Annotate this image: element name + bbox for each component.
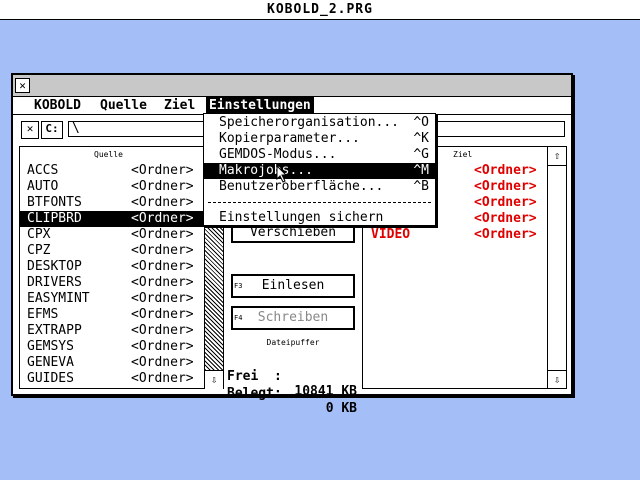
item-name: AUTO <box>27 179 59 194</box>
item-type: <Ordner> <box>131 339 194 354</box>
menu-item-gemdos-modus[interactable]: GEMDOS-Modus... ^G <box>204 147 435 163</box>
item-type: <Ordner> <box>131 179 194 194</box>
item-name: CLIPBRD <box>27 211 82 226</box>
item-name: EASYMINT <box>27 291 90 306</box>
close-path-icon[interactable]: ✕ <box>21 121 39 139</box>
list-item[interactable]: DESKTOP <Ordner> <box>20 259 204 275</box>
menu-item-benutzeroberflaeche[interactable]: Benutzeroberfläche... ^B <box>204 179 435 195</box>
f4-label: F4 <box>234 314 243 322</box>
item-name: DESKTOP <box>27 259 82 274</box>
item-type: <Ordner> <box>131 291 194 306</box>
item-type: <Ordner> <box>131 323 194 338</box>
item-name: GEMSYS <box>27 339 74 354</box>
list-item[interactable]: GEMSYS <Ordner> <box>20 339 204 355</box>
arrow-up-icon[interactable]: ⇧ <box>548 147 566 166</box>
item-type: <Ordner> <box>474 179 537 194</box>
item-type: <Ordner> <box>131 355 194 370</box>
close-box-icon[interactable]: ✕ <box>15 78 30 93</box>
dest-pane-title: Ziel <box>453 150 473 159</box>
item-type: <Ordner> <box>131 275 194 290</box>
list-item[interactable]: EFMS <Ordner> <box>20 307 204 323</box>
list-item[interactable]: VIDEO <Ordner> <box>363 227 547 243</box>
used-value: 0 KB <box>325 401 357 416</box>
screen-title: KOBOLD_2.PRG <box>0 0 640 20</box>
write-button[interactable]: F4 Schreiben <box>231 306 355 330</box>
item-name: ACCS <box>27 163 59 178</box>
list-item[interactable]: GENEVA <Ordner> <box>20 355 204 371</box>
item-name: DRIVERS <box>27 275 82 290</box>
item-type: <Ordner> <box>474 227 537 242</box>
item-type: <Ordner> <box>131 371 194 386</box>
drive-button[interactable]: C: <box>41 121 63 139</box>
menu-item-speicherorganisation[interactable]: Speicherorganisation... ^O <box>204 115 435 131</box>
item-type: <Ordner> <box>131 195 194 210</box>
f3-label: F3 <box>234 282 243 290</box>
used-row: Belegt: 0 KB <box>227 371 357 416</box>
read-button[interactable]: F3 Einlesen <box>231 274 355 298</box>
window-titlebar[interactable]: ✕ <box>13 75 571 97</box>
read-button-label: Einlesen <box>261 278 325 293</box>
item-type: <Ordner> <box>131 211 194 226</box>
menu-separator <box>208 202 431 203</box>
item-type: <Ordner> <box>131 243 194 258</box>
menu-item-einstellungen-sichern[interactable]: Einstellungen sichern <box>204 210 435 226</box>
item-type: <Ordner> <box>474 195 537 210</box>
list-item[interactable]: DRIVERS <Ordner> <box>20 275 204 291</box>
menu-item-makrojobs[interactable]: Makrojobs... ^M <box>204 163 435 179</box>
list-item[interactable]: GUIDES <Ordner> <box>20 371 204 387</box>
item-type: <Ordner> <box>131 259 194 274</box>
menu-ziel[interactable]: Ziel <box>161 97 198 115</box>
item-name: EFMS <box>27 307 59 322</box>
menu-quelle[interactable]: Quelle <box>97 97 150 115</box>
item-name: CPX <box>27 227 51 242</box>
dest-scrollbar[interactable]: ⇧ ⇩ <box>547 147 566 388</box>
item-type: <Ordner> <box>131 307 194 322</box>
menu-kobold[interactable]: KOBOLD <box>31 97 84 115</box>
list-item[interactable]: ACCS <Ordner> <box>20 163 204 179</box>
item-name: CPZ <box>27 243 51 258</box>
write-button-label: Schreiben <box>257 310 329 325</box>
arrow-down-icon[interactable]: ⇩ <box>205 370 223 389</box>
item-type: <Ordner> <box>474 211 537 226</box>
item-name: GUIDES <box>27 371 74 386</box>
item-name: EXTRAPP <box>27 323 82 338</box>
item-name: GENEVA <box>27 355 74 370</box>
buffer-title: Dateipuffer <box>266 338 320 347</box>
item-type: <Ordner> <box>131 163 194 178</box>
menu-item-kopierparameter[interactable]: Kopierparameter... ^K <box>204 131 435 147</box>
mouse-pointer-icon <box>276 165 288 183</box>
list-item[interactable]: BTFONTS <Ordner> <box>20 195 204 211</box>
list-item[interactable]: CPZ <Ordner> <box>20 243 204 259</box>
item-type: <Ordner> <box>131 227 194 242</box>
item-name: BTFONTS <box>27 195 82 210</box>
list-item[interactable]: EXTRAPP <Ordner> <box>20 323 204 339</box>
list-item[interactable]: AUTO <Ordner> <box>20 179 204 195</box>
list-item[interactable]: CPX <Ordner> <box>20 227 204 243</box>
source-pane: Quelle ACCS <Ordner> AUTO <Ordner> BTFONTS <O… <box>19 146 224 389</box>
einstellungen-dropdown: Speicherorganisation... ^O Kopierparamet… <box>203 113 436 226</box>
free-row: Frei : 10841 KB <box>227 354 357 399</box>
item-type: <Ordner> <box>474 163 537 178</box>
arrow-down-icon[interactable]: ⇩ <box>548 370 566 389</box>
item-name: VIDEO <box>371 227 411 242</box>
list-item[interactable]: EASYMINT <Ordner> <box>20 291 204 307</box>
list-item[interactable]: CLIPBRD <Ordner> <box>20 211 204 227</box>
source-pane-title: Quelle <box>94 150 123 159</box>
used-label: Belegt: <box>227 386 282 401</box>
